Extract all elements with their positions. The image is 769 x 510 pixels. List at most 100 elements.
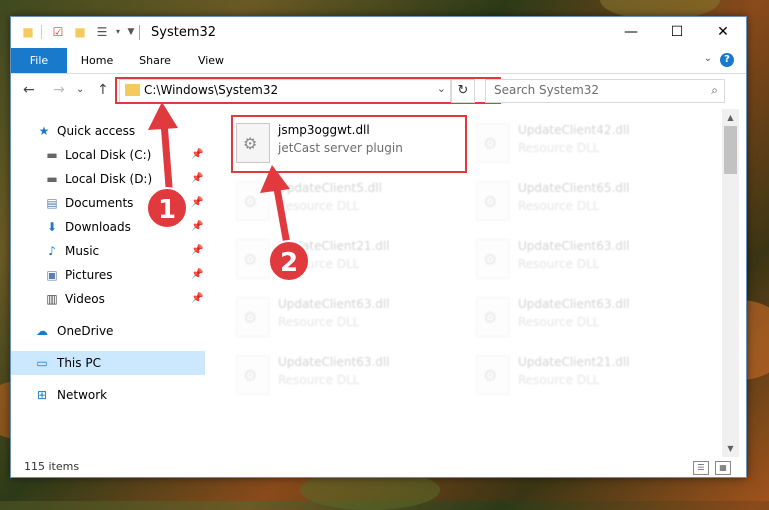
file-type: Resource DLL	[278, 315, 360, 329]
step-badge-2: 2	[268, 240, 310, 282]
pin-icon[interactable]: 📌	[191, 167, 203, 191]
nav-item-label: Pictures	[65, 268, 113, 282]
file-name: UpdateClient65.dll	[518, 181, 630, 195]
back-button[interactable]: ←	[23, 82, 35, 98]
nav-item-label: Quick access	[57, 124, 136, 138]
file-item[interactable]: UpdateClient21.dll Resource DLL	[206, 231, 436, 281]
cloud-icon: ☁	[36, 324, 48, 338]
file-name: UpdateClient63.dll	[278, 297, 390, 311]
pin-icon[interactable]: 📌	[191, 239, 203, 263]
scroll-down-icon[interactable]: ▼	[722, 440, 739, 457]
explorer-window: ■ ☑ ■ ☰ ▾ ▼ System32 — ☐ ✕ File Home Sha…	[10, 16, 747, 478]
star-icon: ★	[38, 124, 50, 138]
dll-file-icon	[476, 297, 510, 337]
file-type: Resource DLL	[518, 257, 600, 271]
expand-ribbon-icon[interactable]: ⌄	[704, 53, 712, 64]
computer-icon: ▭	[36, 356, 48, 370]
dll-file-icon	[476, 181, 510, 221]
tab-view[interactable]: View	[187, 48, 235, 73]
nav-item-label: Network	[57, 388, 108, 402]
file-name: UpdateClient63.dll	[278, 355, 390, 369]
documents-icon: ▤	[46, 196, 58, 210]
refresh-button[interactable]: ↻	[451, 79, 475, 103]
customize-icon[interactable]: ☰	[95, 25, 109, 39]
pin-icon[interactable]: 📌	[191, 191, 203, 215]
nav-item-label: Local Disk (C:)	[65, 148, 152, 162]
pin-icon[interactable]: 📌	[191, 143, 203, 167]
help-icon[interactable]: ?	[720, 53, 734, 67]
file-item[interactable]: UpdateClient42.dll Resource DLL	[446, 115, 676, 165]
drive-icon: ▬	[46, 172, 58, 186]
quick-access-dropdown-icon[interactable]: ▾	[111, 25, 125, 39]
large-icons-view-icon[interactable]: ▦	[715, 461, 731, 475]
file-item[interactable]: UpdateClient63.dll Resource DLL	[206, 289, 436, 339]
tab-home[interactable]: Home	[73, 48, 121, 73]
file-type: Resource DLL	[518, 199, 600, 213]
recent-locations-button[interactable]: ⌄	[76, 84, 84, 95]
drive-icon: ▬	[46, 148, 58, 162]
item-count: 115 items	[24, 460, 80, 473]
new-folder-icon[interactable]: ■	[73, 25, 87, 39]
scroll-up-icon[interactable]: ▲	[722, 109, 739, 126]
properties-icon[interactable]: ☑	[51, 25, 65, 39]
title-separator	[139, 25, 140, 40]
tab-share[interactable]: Share	[131, 48, 179, 73]
file-type: Resource DLL	[518, 373, 600, 387]
pictures-icon: ▣	[46, 268, 58, 282]
nav-item-label: Videos	[65, 292, 105, 306]
maximize-button[interactable]: ☐	[654, 17, 700, 48]
up-button[interactable]: ↑	[97, 82, 109, 98]
file-item[interactable]: UpdateClient65.dll Resource DLL	[446, 173, 676, 223]
nav-item-onedrive[interactable]: ☁ OneDrive	[11, 319, 205, 343]
quick-access-toolbar-icon[interactable]: ▼	[124, 25, 138, 39]
nav-item-videos[interactable]: ▥ Videos 📌	[11, 287, 205, 311]
dll-file-icon	[236, 297, 270, 337]
navigation-bar: ← → ⌄ ↑ C:\Windows\System32 ⌄ ↻ Search S…	[11, 74, 746, 108]
dll-file-icon	[476, 123, 510, 163]
vertical-scrollbar[interactable]: ▲ ▼	[722, 109, 739, 457]
separator	[41, 25, 42, 39]
step-badge-1: 1	[146, 187, 188, 229]
nav-item-label: OneDrive	[57, 324, 114, 338]
dll-file-icon	[476, 239, 510, 279]
nav-item-label: Music	[65, 244, 100, 258]
nav-item-label: Downloads	[65, 220, 131, 234]
pin-icon[interactable]: 📌	[191, 215, 203, 239]
forward-button[interactable]: →	[53, 82, 65, 98]
file-type: Resource DLL	[278, 373, 360, 387]
file-name: UpdateClient42.dll	[518, 123, 630, 137]
file-name: UpdateClient63.dll	[518, 297, 630, 311]
file-item[interactable]: UpdateClient5.dll Resource DLL	[206, 173, 436, 223]
nav-item-this-pc[interactable]: ▭ This PC	[11, 351, 205, 375]
file-item[interactable]: UpdateClient63.dll Resource DLL	[206, 347, 436, 397]
title-bar: ■ ☑ ■ ☰ ▾ ▼ System32 — ☐ ✕	[11, 17, 746, 48]
window-title: System32	[151, 25, 217, 40]
nav-item-label: Documents	[65, 196, 134, 210]
nav-item-pictures[interactable]: ▣ Pictures 📌	[11, 263, 205, 287]
search-input[interactable]: Search System32	[494, 83, 599, 97]
file-type: Resource DLL	[518, 141, 600, 155]
file-name: UpdateClient63.dll	[518, 239, 630, 253]
search-icon[interactable]: ⌕	[711, 83, 718, 98]
scroll-thumb[interactable]	[724, 126, 737, 174]
status-bar: 115 items ☰ ▦	[11, 457, 746, 477]
search-box[interactable]: Search System32 ⌕	[485, 79, 725, 103]
tab-file[interactable]: File	[11, 48, 67, 73]
nav-item-music[interactable]: ♪ Music 📌	[11, 239, 205, 263]
pin-icon[interactable]: 📌	[191, 263, 203, 287]
folder-icon: ■	[22, 25, 34, 39]
music-icon: ♪	[48, 244, 56, 258]
pin-icon[interactable]: 📌	[191, 287, 203, 311]
download-icon: ⬇	[46, 220, 58, 234]
details-view-icon[interactable]: ☰	[693, 461, 709, 475]
close-button[interactable]: ✕	[700, 17, 746, 48]
ribbon: File Home Share View ⌄ ?	[11, 48, 746, 74]
minimize-button[interactable]: —	[608, 17, 654, 48]
file-item[interactable]: UpdateClient63.dll Resource DLL	[446, 231, 676, 281]
file-item[interactable]: UpdateClient63.dll Resource DLL	[446, 289, 676, 339]
dll-file-icon	[476, 355, 510, 395]
file-item[interactable]: UpdateClient21.dll Resource DLL	[446, 347, 676, 397]
nav-item-network[interactable]: ⊞ Network	[11, 383, 205, 407]
file-name: UpdateClient21.dll	[518, 355, 630, 369]
network-icon: ⊞	[36, 388, 48, 402]
